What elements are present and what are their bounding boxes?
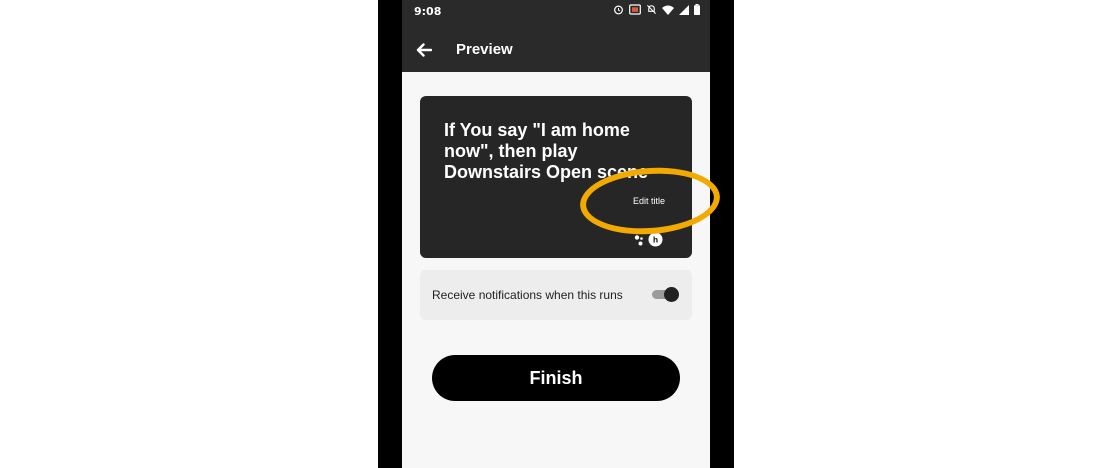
wifi-icon (662, 5, 674, 15)
mute-icon (646, 4, 657, 15)
applet-title: If You say "I am home now", then play Do… (444, 120, 649, 182)
page-title: Preview (456, 41, 513, 58)
service-icons: h (634, 232, 663, 247)
battery-icon (694, 4, 700, 15)
back-button[interactable] (412, 38, 436, 62)
arrow-left-icon (416, 43, 432, 57)
finish-button[interactable]: Finish (432, 355, 680, 401)
hue-icon: h (648, 232, 663, 247)
phone-screen: 9:08 Preview If You say "I am home now",… (402, 0, 710, 468)
toggle-knob (664, 287, 679, 302)
alarm-icon (614, 5, 623, 15)
notification-toggle[interactable] (652, 287, 679, 302)
cast-icon (629, 4, 641, 15)
status-icons (613, 4, 700, 15)
svg-text:h: h (653, 235, 658, 244)
google-assistant-icon (634, 234, 643, 245)
status-time: 9:08 (414, 5, 442, 18)
app-bar: Preview (402, 26, 710, 72)
notification-label: Receive notifications when this runs (432, 288, 623, 302)
edit-title-link[interactable]: Edit title (633, 196, 665, 206)
status-bar: 9:08 (402, 0, 710, 26)
applet-card: If You say "I am home now", then play Do… (420, 96, 692, 258)
signal-icon (679, 4, 689, 15)
notification-setting-row: Receive notifications when this runs (420, 270, 692, 320)
